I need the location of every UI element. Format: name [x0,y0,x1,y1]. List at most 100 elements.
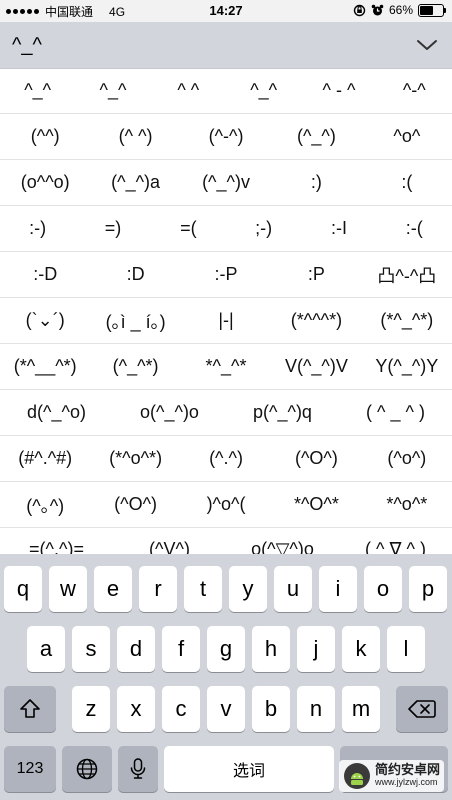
letter-key[interactable]: n [297,686,335,732]
emoticon-cell[interactable]: |-| [181,298,271,343]
letter-key[interactable]: u [274,566,312,612]
emoticon-cell[interactable]: :-D [0,252,90,297]
letter-key[interactable]: b [252,686,290,732]
emoticon-cell[interactable]: =) [75,206,150,251]
emoticon-cell[interactable]: ( ^ _ ^ ) [339,390,452,435]
emoticon-cell[interactable]: (^^) [0,114,90,159]
letter-key[interactable]: d [117,626,155,672]
letter-key[interactable]: c [162,686,200,732]
emoticon-cell[interactable]: o(^_^)o [113,390,226,435]
globe-key[interactable] [62,746,112,792]
emoticon-cell[interactable]: (^o^) [362,436,452,481]
emoticon-cell[interactable]: (`⌄´) [0,298,90,343]
emoticon-cell[interactable]: (^_^) [271,114,361,159]
emoticon-row: (*^__^*) (^_^*) *^_^* V(^_^)V Y(^_^)Y [0,344,452,390]
letter-key[interactable]: v [207,686,245,732]
emoticon-cell[interactable]: ^o^ [362,114,452,159]
emoticon-cell[interactable]: (*^o^*) [90,436,180,481]
letter-key[interactable]: o [364,566,402,612]
letter-key[interactable]: m [342,686,380,732]
letter-key[interactable]: h [252,626,290,672]
emoticon-cell[interactable]: (^.^) [181,436,271,481]
emoticon-row: (^｡^) (^O^))^o^(*^O^* *^o^* [0,482,452,528]
letter-key[interactable]: w [49,566,87,612]
backspace-key[interactable] [396,686,448,732]
panel-title: ^_^ [12,34,42,56]
emoticon-cell[interactable]: (｡ì _ í｡) [90,298,180,343]
battery-icon [418,3,446,17]
emoticon-cell[interactable]: (*^^^*) [271,298,361,343]
emoticon-row: (#^.^#) (*^o^*) (^.^) (^O^) (^o^) [0,436,452,482]
emoticon-cell[interactable]: :-) [0,206,75,251]
emoticon-cell[interactable]: ^_^ [75,68,150,113]
letter-key[interactable]: g [207,626,245,672]
emoticon-cell[interactable]: ^ ^ [151,68,226,113]
emoticon-cell[interactable]: :( [362,160,452,205]
emoticon-cell[interactable]: d(^_^o) [0,390,113,435]
emoticon-cell[interactable]: ^_^ [226,68,301,113]
emoticon-cell[interactable]: :-P [181,252,271,297]
emoticon-cell[interactable]: =(^.^)= [0,528,113,555]
emoticon-cell[interactable]: :-I [301,206,376,251]
space-key[interactable]: 选词 [164,746,334,792]
letter-key[interactable]: y [229,566,267,612]
letter-key[interactable]: l [387,626,425,672]
emoticon-cell[interactable]: =( [151,206,226,251]
letter-key[interactable]: s [72,626,110,672]
letter-key[interactable]: t [184,566,222,612]
letter-key[interactable]: e [94,566,132,612]
letter-key[interactable]: z [72,686,110,732]
numbers-key[interactable]: 123 [4,746,56,792]
emoticon-cell[interactable]: (^_^*) [90,344,180,389]
emoticon-cell[interactable]: :D [90,252,180,297]
battery-percent: 66% [388,3,413,17]
emoticon-cell[interactable]: (#^.^#) [0,436,90,481]
watermark-name: 简约安卓网 [374,762,440,777]
emoticon-cell[interactable]: (o^^o) [0,160,90,205]
emoticon-cell[interactable]: (*^_^*) [362,298,452,343]
microphone-key[interactable] [118,746,158,792]
emoticon-cell[interactable]: *^o^* [362,482,452,527]
emoticon-cell[interactable]: :) [271,160,361,205]
collapse-button[interactable] [412,32,442,58]
letter-key[interactable]: p [409,566,447,612]
emoticon-cell[interactable]: ^_^ [0,68,75,113]
letter-key[interactable]: j [297,626,335,672]
emoticon-row: (`⌄´) (｡ì _ í｡) |-| (*^^^*) (*^_^*) [0,298,452,344]
letter-key[interactable]: f [162,626,200,672]
emoticon-cell[interactable]: (^O^) [90,482,180,527]
emoticon-cell[interactable]: (^V^) [113,528,226,555]
emoticon-cell[interactable]: ^-^ [377,68,452,113]
emoticon-cell[interactable]: o(^▽^)o [226,528,339,555]
emoticon-cell[interactable]: :P [271,252,361,297]
emoticon-cell[interactable]: )^o^( [181,482,271,527]
status-left: 中国联通 4G [6,3,125,20]
emoticon-cell[interactable]: ;-) [226,206,301,251]
letter-key[interactable]: k [342,626,380,672]
emoticon-cell[interactable]: (^｡^) [0,482,90,527]
emoticon-cell[interactable]: (^ ^) [90,114,180,159]
emoticon-cell[interactable]: Y(^_^)Y [362,344,452,389]
letter-key[interactable]: x [117,686,155,732]
emoticon-cell[interactable]: 凸^-^凸 [362,252,452,297]
network-label: 4G [109,4,126,19]
emoticon-cell[interactable]: (^O^) [271,436,361,481]
letter-key[interactable]: q [4,566,42,612]
status-right: 66% [353,3,446,17]
letter-key[interactable]: i [319,566,357,612]
emoticon-cell[interactable]: p(^_^)q [226,390,339,435]
shift-key[interactable] [4,686,56,732]
emoticon-cell[interactable]: ( ^ ∇ ^ ) [339,528,452,555]
emoticon-cell[interactable]: ^ - ^ [301,68,376,113]
emoticon-cell[interactable]: *^_^* [181,344,271,389]
emoticon-cell[interactable]: V(^_^)V [271,344,361,389]
emoticon-cell[interactable]: :-( [377,206,452,251]
emoticon-cell[interactable]: (*^__^*) [0,344,90,389]
emoticon-cell[interactable]: (^_^)v [181,160,271,205]
letter-key[interactable]: a [27,626,65,672]
emoticon-cell[interactable]: (^_^)a [90,160,180,205]
emoticon-cell[interactable]: (^-^) [181,114,271,159]
emoticon-cell[interactable]: *^O^* [271,482,361,527]
letter-key[interactable]: r [139,566,177,612]
battery-level [420,5,434,15]
